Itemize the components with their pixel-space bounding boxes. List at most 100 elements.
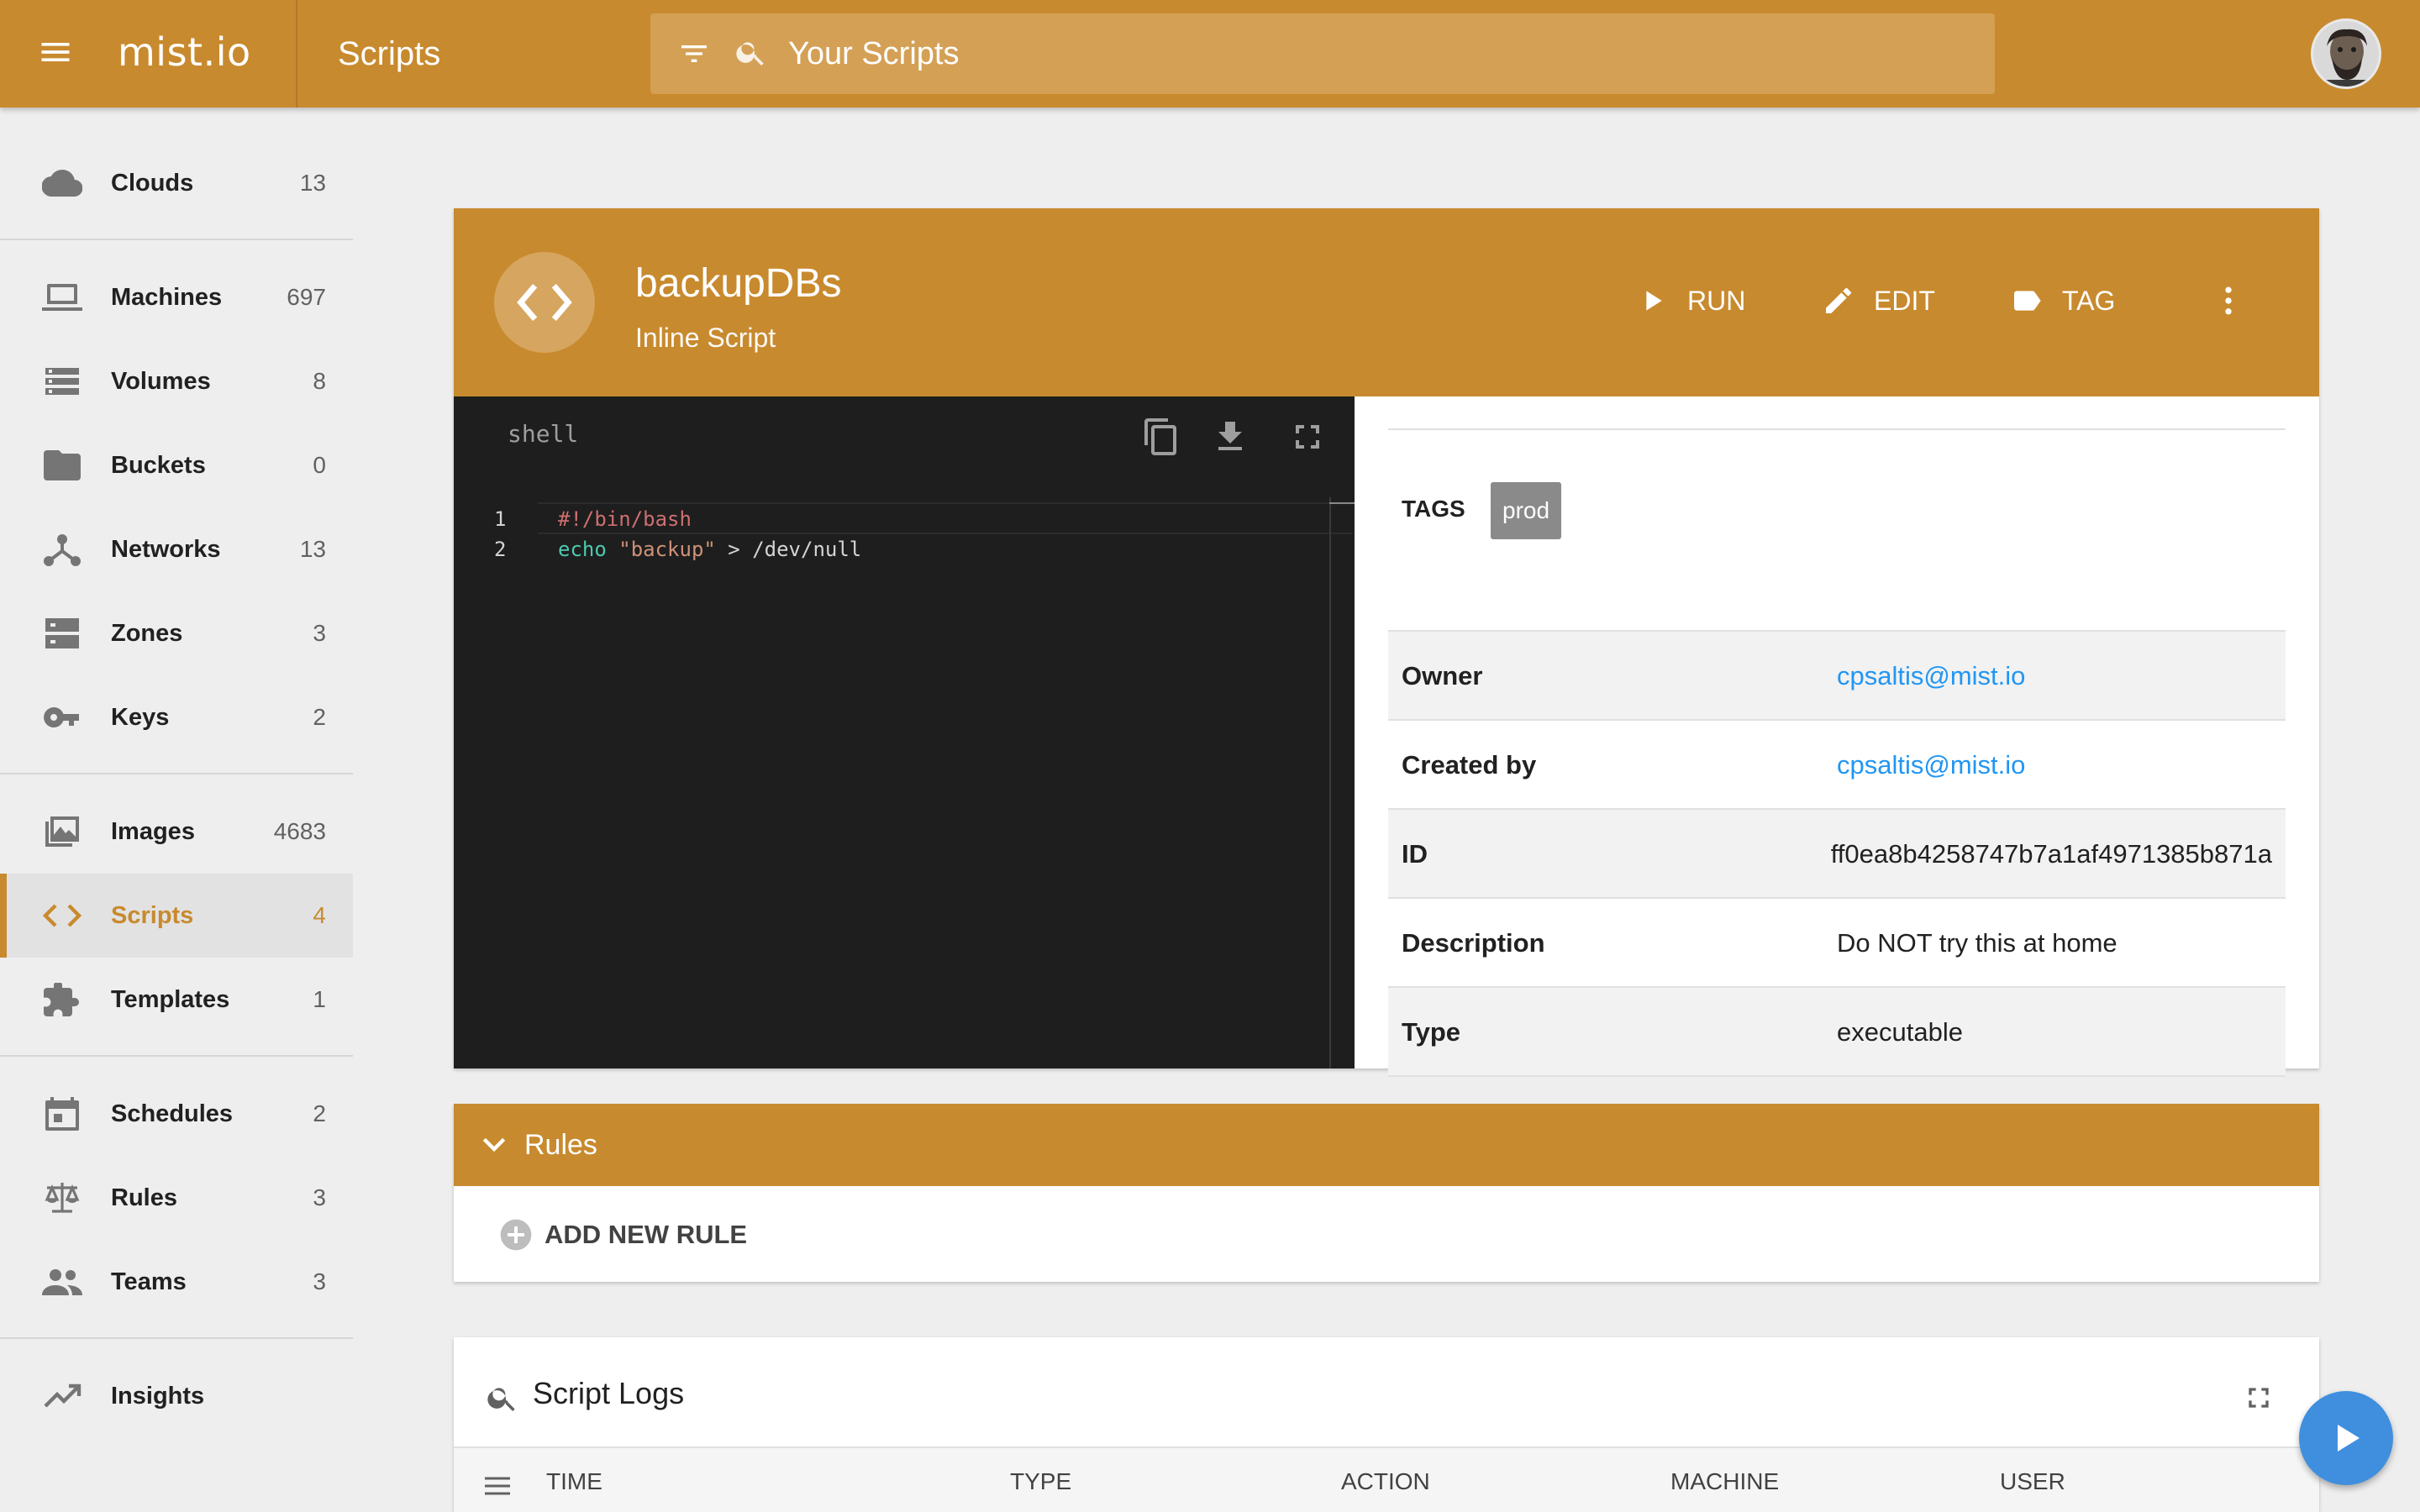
sidebar-item-label: Templates [111,986,230,1013]
column-header-time[interactable]: TIME [546,1448,602,1512]
created-by-link[interactable]: cpsaltis@mist.io [1837,721,2025,810]
sidebar-item-buckets[interactable]: Buckets 0 [0,423,353,507]
editor-language: shell [508,420,579,448]
detail-value: executable [1837,1017,1963,1047]
owner-link[interactable]: cpsaltis@mist.io [1837,632,2025,721]
sidebar-item-machines[interactable]: Machines 697 [0,255,353,339]
sidebar-item-label: Images [111,818,195,845]
sidebar-item-schedules[interactable]: Schedules 2 [0,1072,353,1156]
sidebar-item-label: Networks [111,536,221,563]
play-icon [2338,1425,2360,1452]
sidebar-item-count: 2 [313,704,326,730]
sidebar-item-images[interactable]: Images 4683 [0,790,353,874]
sidebar-item-label: Scripts [111,902,194,929]
code-editor[interactable]: shell 1 #!/bin/bash 2 echo "backup" > /d… [454,396,1355,1068]
user-avatar[interactable] [2311,18,2381,89]
details-divider [1388,428,2286,430]
sidebar-item-count: 0 [313,452,326,478]
key-icon [42,701,82,734]
script-logs-card: Script Logs TIME TYPE ACTION MACHINE USE… [454,1337,2319,1512]
topbar-divider [296,0,297,108]
sidebar-item-label: Zones [111,620,183,647]
sidebar-item-count: 3 [313,620,326,646]
sidebar-item-keys[interactable]: Keys 2 [0,675,353,759]
run-button[interactable]: RUN [1634,276,1760,326]
detail-key: ID [1402,839,1428,869]
detail-row-created-by: Created by cpsaltis@mist.io [1388,719,2286,808]
code-token: echo [558,538,619,561]
sidebar-item-templates[interactable]: Templates 1 [0,958,353,1042]
sidebar-item-count: 8 [313,368,326,394]
sidebar-item-count: 13 [299,536,326,562]
storage-icon [42,365,82,398]
dns-icon [42,617,82,650]
trending-up-icon [42,1379,82,1413]
sidebar-item-count: 697 [287,284,326,310]
play-icon [1634,284,1670,318]
fullscreen-icon[interactable] [1287,417,1328,457]
rules-header[interactable]: Rules [454,1104,2319,1186]
rules-title: Rules [524,1129,597,1161]
search-icon [734,35,768,69]
logs-table-header: TIME TYPE ACTION MACHINE USER [454,1446,2319,1512]
edit-button[interactable]: EDIT [1820,276,1954,326]
detail-value: Do NOT try this at home [1837,928,2118,958]
detail-key: Created by [1402,750,1537,780]
sidebar-divider [0,239,353,240]
column-header-action[interactable]: ACTION [1341,1448,1430,1512]
sidebar-item-label: Schedules [111,1100,234,1127]
edit-label: EDIT [1874,286,1935,316]
script-subtitle: Inline Script [635,323,776,353]
hamburger-menu-icon[interactable] [37,34,84,74]
image-icon [42,815,82,848]
search-bar [650,13,1995,94]
sidebar-item-count: 13 [299,170,326,196]
app-logo[interactable]: mist.io [118,25,251,79]
column-menu-icon[interactable] [482,1473,513,1499]
sidebar-item-label: Buckets [111,452,206,479]
sidebar-item-rules[interactable]: Rules 3 [0,1156,353,1240]
search-icon[interactable] [486,1381,519,1415]
laptop-icon [42,281,82,314]
column-header-type[interactable]: TYPE [1010,1448,1071,1512]
puzzle-icon [42,983,82,1016]
code-token: "backup" [618,538,716,561]
sidebar-item-insights[interactable]: Insights [0,1354,353,1438]
folder-icon [42,449,82,482]
tag-button[interactable]: TAG [2008,276,2134,326]
sidebar-item-volumes[interactable]: Volumes 8 [0,339,353,423]
sidebar-item-count: 3 [313,1184,326,1210]
calendar-icon [42,1097,82,1131]
scale-icon [42,1181,82,1215]
sidebar-divider [0,1055,353,1057]
column-header-machine[interactable]: MACHINE [1670,1448,1779,1512]
sidebar-item-clouds[interactable]: Clouds 13 [0,141,353,225]
detail-key: Owner [1402,661,1483,690]
column-header-user[interactable]: USER [2000,1448,2065,1512]
script-details: TAGS prod Owner cpsaltis@mist.io Created… [1355,396,2319,1077]
sidebar-item-label: Insights [111,1383,205,1410]
editor-scroll-track[interactable] [1329,497,1331,1068]
run-fab-button[interactable] [2299,1391,2393,1485]
sidebar-item-zones[interactable]: Zones 3 [0,591,353,675]
more-vert-icon[interactable] [2210,281,2247,321]
sidebar-item-count: 3 [313,1268,326,1294]
sidebar-item-teams[interactable]: Teams 3 [0,1240,353,1324]
detail-value: ff0ea8b4258747b7a1af4971385b871a [1830,839,2272,869]
tag-chip[interactable]: prod [1491,482,1562,539]
code-icon [42,899,82,932]
code-token: > /dev/null [715,538,862,561]
filter-icon[interactable] [676,37,713,71]
sidebar-item-scripts[interactable]: Scripts 4 [0,874,353,958]
code-token: #!/bin/bash [558,507,692,531]
tags-label: TAGS [1402,496,1465,522]
download-icon[interactable] [1210,417,1250,457]
fullscreen-icon[interactable] [2242,1381,2275,1415]
search-input[interactable] [788,29,1965,79]
top-app-bar: mist.io Scripts [0,0,2420,108]
copy-icon[interactable] [1141,417,1181,457]
rules-card: Rules ADD NEW RULE [454,1104,2319,1282]
sidebar-item-label: Rules [111,1184,177,1211]
people-icon [42,1265,82,1299]
sidebar-item-networks[interactable]: Networks 13 [0,507,353,591]
